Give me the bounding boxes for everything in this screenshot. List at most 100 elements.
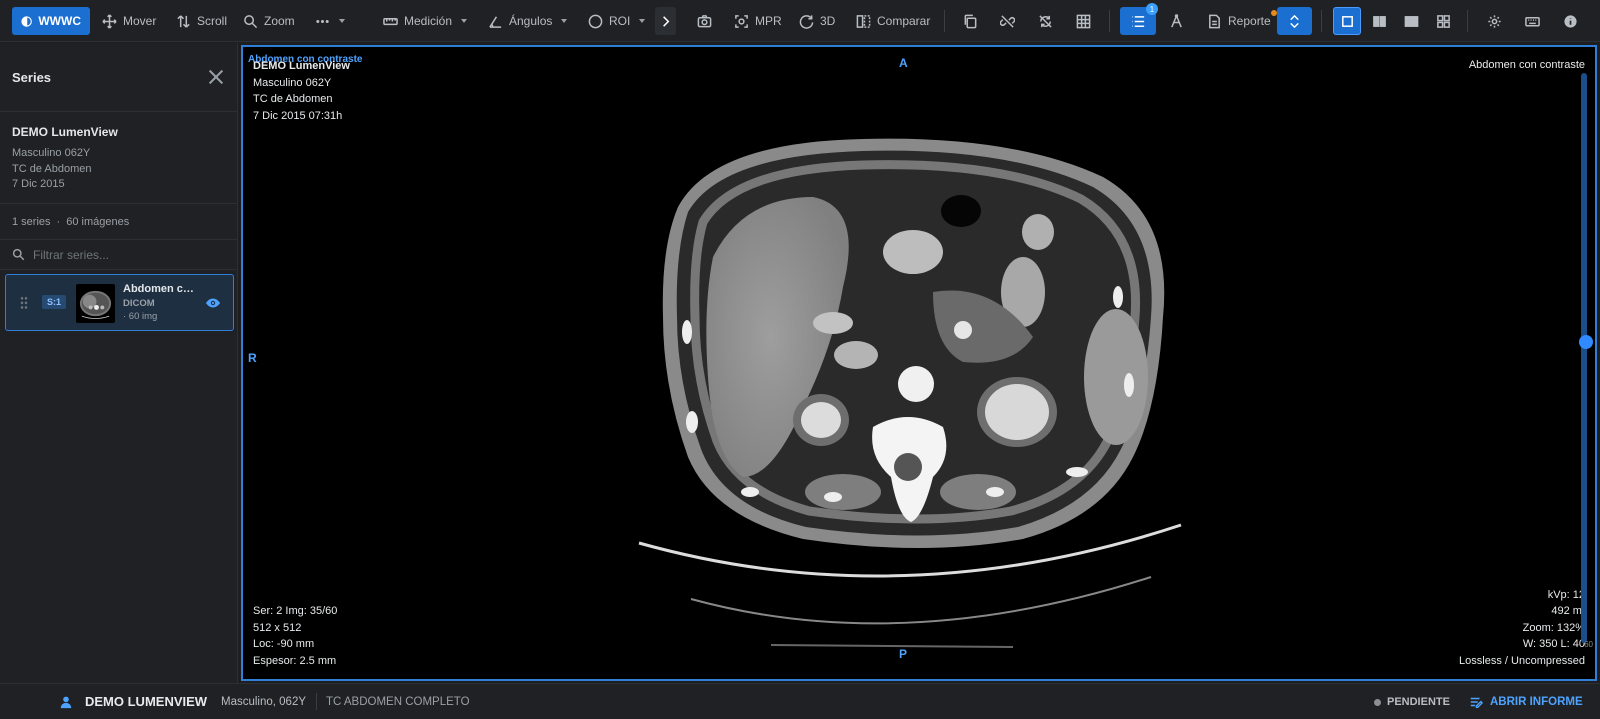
overlay-datetime: 7 Dic 2015 07:31h [253,109,343,122]
series-sidebar: Series DEMO LumenView Masculino 062Y TC … [0,43,238,683]
orientation-left-marker: R [248,351,257,365]
gear-icon [1487,14,1501,28]
expand-report-button[interactable] [1277,7,1312,35]
wwwc-tool-button[interactable]: WWWC [12,7,90,35]
eye-icon[interactable] [205,295,221,311]
patient-info: DEMO LumenView Masculino 062Y TC de Abdo… [0,112,237,204]
status-patient-info: Masculino, 062Y [221,696,307,708]
circle-roi-icon [588,14,603,28]
overlay-patient-name: DEMO LumenView [253,60,350,72]
status-study: TC ABDOMEN COMPLETO [326,696,470,708]
image-viewport[interactable]: Abdomen con contraste DEMO LumenView Mas… [241,45,1597,681]
report-label: Reporte [1228,14,1271,28]
angle-icon [489,15,502,28]
sidebar-title: Series [12,69,52,85]
status-patient-name: DEMO LUMENVIEW [85,694,208,709]
image-count: 60 imágenes [66,215,130,228]
copy-icon [964,14,976,28]
more-tools-button[interactable] [315,7,345,35]
table-icon [1076,14,1090,28]
series-count-badge: 1 [1146,3,1158,15]
copy-button[interactable] [956,7,984,35]
zoom-tool-button[interactable]: Zoom [243,7,295,35]
overlay-thickness: Espesor: 2.5 mm [253,654,337,667]
compare-icon [856,14,871,28]
toolbar-divider [1109,10,1110,32]
roi-label: ROI [609,14,631,28]
reset-button[interactable] [1031,7,1059,35]
settings-button[interactable] [1480,7,1508,35]
mpr-button[interactable]: MPR [734,7,782,35]
overlay-ma: 492 m. [1551,605,1585,617]
series-list-item[interactable]: S:1 Abdomen con contraste DICOM · 60 img [5,274,234,331]
more-icon [316,19,329,23]
scroll-tool-button[interactable]: Scroll [176,7,227,35]
overlay-location: Loc: -90 mm [253,638,315,650]
three-columns-icon [1404,15,1418,27]
layout-2x2-button[interactable] [1429,7,1457,35]
measurement-dropdown[interactable]: Medición [383,7,468,35]
toolbar-divider [1467,10,1468,32]
camera-icon [697,14,711,27]
layout-1x1-button[interactable] [1333,7,1361,35]
series-filter [0,240,237,270]
layout-1x3-button[interactable] [1397,7,1425,35]
ruler-icon [383,17,398,25]
overlay-matrix: 512 x 512 [253,621,302,634]
list-icon [1131,15,1144,27]
patient-name: DEMO LumenView [12,125,118,139]
overlay-study: TC de Abdomen [253,93,333,105]
series-panel-toggle[interactable]: 1 [1120,3,1158,35]
keyboard-icon [1524,16,1540,26]
3d-button[interactable]: 3D [799,7,835,35]
roi-dropdown[interactable]: ROI [588,7,646,35]
series-modality: DICOM [123,298,155,309]
grid-table-button[interactable] [1069,7,1097,35]
expand-tools-button[interactable] [655,7,676,35]
reset-sync-icon [1038,14,1052,28]
pending-dot-icon [1374,698,1381,706]
sidebar-header: Series [0,43,237,112]
angles-dropdown[interactable]: Ángulos [488,7,568,35]
mpr-icon [735,14,748,28]
magnifier-icon [244,14,258,28]
series-number-tag: S:1 [42,295,67,309]
drag-handle-icon[interactable] [20,296,28,310]
series-name: Abdomen con contraste [123,283,198,295]
series-counts: 1 series · 60 imágenes [0,204,237,240]
keyboard-shortcuts-button[interactable] [1518,7,1546,35]
slice-scrollbar[interactable] [1581,73,1587,643]
overlay-top-right: Abdomen con contraste [1468,59,1585,71]
annotation-tool-button[interactable] [1162,7,1190,35]
pan-tool-button[interactable]: Mover [102,7,156,35]
close-icon[interactable] [207,68,225,86]
overlay-zoom: Zoom: 132% [1522,621,1585,634]
overlay-patient-sex-age: Masculino 062Y [253,76,332,89]
snapshot-button[interactable] [690,7,718,35]
series-filter-input[interactable] [33,247,223,262]
overlay-window-level: W: 350 L: 40 [1522,638,1585,650]
chevron-down-icon [339,19,345,23]
info-button[interactable] [1556,7,1584,35]
report-button[interactable]: Reporte [1207,7,1277,35]
main-toolbar: WWWC Mover Scroll Zoom Medición Ángulos … [0,0,1600,42]
unlink-icon [999,14,1015,28]
open-report-label: ABRIR INFORME [1490,696,1583,708]
unlink-button[interactable] [993,7,1021,35]
series-thumbnail [76,284,115,323]
3d-rotate-icon [799,14,814,29]
scroll-label: Scroll [197,14,228,28]
overlay-kvp: kVp: 12 [1547,588,1585,601]
document-icon [1209,14,1220,28]
open-report-button[interactable]: ABRIR INFORME [1469,695,1583,709]
ct-axial-image [638,138,1182,648]
compare-button[interactable]: Comparar [856,7,930,35]
report-pending-dot [1270,10,1277,16]
layout-1x2-button[interactable] [1365,7,1393,35]
pending-label: PENDIENTE [1387,696,1450,708]
user-icon [60,696,72,709]
edit-notes-icon [1470,697,1483,708]
info-icon [1563,14,1577,28]
study-date: 7 Dic 2015 [12,178,65,190]
overlay-bottom-right: kVp: 12 492 m. Zoom: 132% W: 350 L: 40 L… [1459,587,1585,670]
